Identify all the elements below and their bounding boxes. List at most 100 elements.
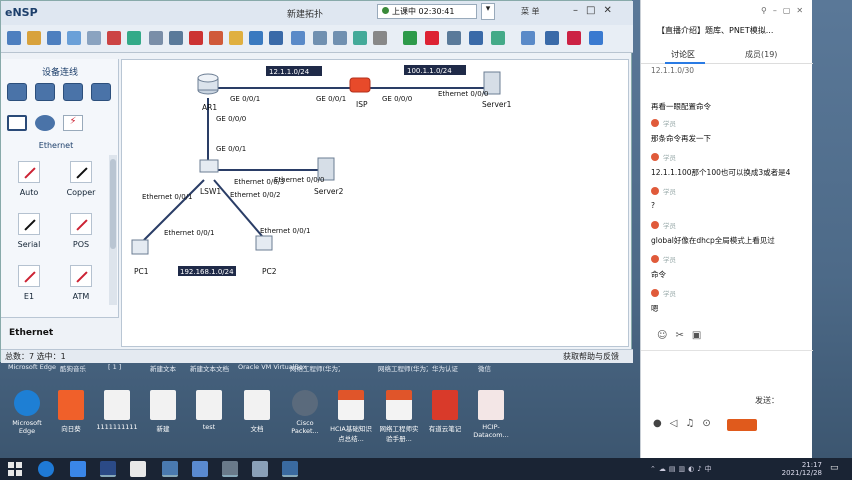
huawei-icon[interactable]: [567, 31, 581, 45]
link-lsw1-pc2[interactable]: [213, 179, 263, 237]
chat-window-controls[interactable]: ⚲–▢✕: [761, 6, 809, 15]
topology-icon[interactable]: [469, 31, 483, 45]
new-icon[interactable]: [7, 31, 21, 45]
menu-button[interactable]: 菜 单: [521, 6, 540, 17]
desktop-icon-label: Cisco Packet...: [291, 419, 319, 435]
firewall-category-icon[interactable]: [91, 83, 111, 101]
pc-pc2[interactable]: [255, 235, 273, 251]
scissors-icon[interactable]: ✂: [675, 330, 691, 341]
fit-icon[interactable]: [353, 31, 367, 45]
desktop-icon-file[interactable]: 文档: [236, 390, 278, 433]
ellipse-icon[interactable]: [269, 31, 283, 45]
device-panel-title: 设备连线: [41, 68, 78, 78]
desktop-icon-packet-tracer[interactable]: Cisco Packet...: [284, 390, 326, 435]
save-icon[interactable]: [47, 31, 61, 45]
cable-atm[interactable]: ATM: [57, 261, 105, 319]
app-icon[interactable]: [162, 461, 178, 477]
wlan-category-icon[interactable]: [63, 83, 83, 101]
capture-icon[interactable]: [447, 31, 461, 45]
zoom-in-icon[interactable]: [313, 31, 327, 45]
live-badge[interactable]: [727, 419, 757, 431]
device-panel-scrollbar[interactable]: [109, 155, 117, 305]
cable-serial[interactable]: Serial: [5, 209, 53, 267]
cable-pos[interactable]: POS: [57, 209, 105, 267]
chat-message: 再看一眼配置命令: [651, 96, 801, 112]
desktop-icon-file[interactable]: 1111111111: [96, 390, 138, 431]
image-icon[interactable]: ▣: [692, 330, 709, 341]
speaker-icon[interactable]: ◁: [670, 418, 686, 429]
wireshark-icon[interactable]: [252, 461, 268, 477]
cli-icon[interactable]: [491, 31, 505, 45]
desktop-icon-youdao[interactable]: 有道云笔记: [424, 390, 466, 433]
switch-category-icon[interactable]: [35, 83, 55, 101]
print-icon[interactable]: [87, 31, 101, 45]
notification-icon[interactable]: ▭: [830, 463, 839, 473]
desktop-icon-file[interactable]: 新建: [142, 390, 184, 433]
pointer-icon[interactable]: [149, 31, 163, 45]
palette-icon[interactable]: [291, 31, 305, 45]
desktop-icon-pdf[interactable]: 网络工程师实验手册...: [378, 390, 420, 443]
app-icon[interactable]: [222, 461, 238, 477]
send-button[interactable]: 发送：: [755, 395, 779, 406]
scrollbar-thumb[interactable]: [110, 159, 116, 249]
cable-copper[interactable]: Copper: [57, 157, 105, 215]
emoji-icon[interactable]: ☺: [657, 330, 675, 341]
cloud-category-icon[interactable]: [35, 115, 55, 131]
ie-icon[interactable]: [70, 461, 86, 477]
save-as-icon[interactable]: [67, 31, 81, 45]
cable-e1[interactable]: E1: [5, 261, 53, 319]
desktop-icon-file[interactable]: HCIP-Datacom...: [470, 390, 512, 439]
app-icon[interactable]: [282, 461, 298, 477]
cable-auto[interactable]: Auto: [5, 157, 53, 215]
settings-icon[interactable]: [521, 31, 535, 45]
grid-icon[interactable]: [373, 31, 387, 45]
router-ar1[interactable]: [197, 73, 219, 95]
music-icon[interactable]: ♫: [685, 418, 702, 429]
rectangle-icon[interactable]: [249, 31, 263, 45]
desktop-icon-edge[interactable]: Microsoft Edge: [6, 390, 48, 435]
undo-icon[interactable]: [107, 31, 121, 45]
open-icon[interactable]: [27, 31, 41, 45]
start-device-icon[interactable]: [403, 31, 417, 45]
switch-lsw1[interactable]: [199, 159, 219, 173]
network-note: 12.1.1.0/24: [269, 68, 310, 76]
windows-start-icon[interactable]: [8, 462, 22, 476]
desktop-icon-pdf[interactable]: HCIA基础知识点总结...: [330, 390, 372, 443]
ime-indicator[interactable]: 中: [705, 465, 715, 473]
app-icon[interactable]: [192, 461, 208, 477]
text-icon[interactable]: [229, 31, 243, 45]
edge-icon[interactable]: [38, 461, 54, 477]
hand-icon[interactable]: [169, 31, 183, 45]
pc-category-icon[interactable]: [7, 115, 27, 131]
document-icon[interactable]: [130, 461, 146, 477]
data-icon[interactable]: [545, 31, 559, 45]
timer-expand-button[interactable]: ▾: [481, 3, 495, 20]
desktop-icon-sunlogin[interactable]: 向日葵: [50, 390, 92, 433]
desktop-icon-label: 文档: [250, 425, 264, 433]
delete-icon[interactable]: [189, 31, 203, 45]
zoom-out-icon[interactable]: [333, 31, 347, 45]
ensp-taskbar-icon[interactable]: [100, 461, 116, 477]
tab-discussion[interactable]: 讨论区: [671, 49, 695, 60]
help-feedback-link[interactable]: 获取帮助与反馈: [563, 350, 619, 363]
clock[interactable]: 21:17 2021/12/28: [740, 461, 822, 477]
router-category-icon[interactable]: [7, 83, 27, 101]
desktop-icon-file[interactable]: test: [188, 390, 230, 431]
system-tray[interactable]: ⌃☁▤▥◐♪中: [650, 464, 715, 474]
window-controls[interactable]: –□✕: [573, 5, 620, 16]
stop-device-icon[interactable]: [425, 31, 439, 45]
pc-pc1[interactable]: [131, 239, 149, 255]
erase-icon[interactable]: [209, 31, 223, 45]
location-icon[interactable]: ⊙: [702, 418, 718, 429]
mic-icon[interactable]: ●: [653, 418, 670, 429]
device-panel: 设备连线 ⚡ Ethernet Auto Copper Serial POS E…: [1, 59, 119, 347]
sender-name: 学员: [663, 222, 676, 230]
chat-title[interactable]: 【直播介绍】题库、PNET模拟...: [657, 25, 773, 36]
help-icon[interactable]: [589, 31, 603, 45]
class-timer[interactable]: 上课中 02:30:41: [377, 4, 477, 19]
router-isp[interactable]: [349, 77, 371, 93]
redo-icon[interactable]: [127, 31, 141, 45]
topology-canvas[interactable]: 12.1.1.0/24 100.1.1.0/24 192.168.1.0/24 …: [121, 59, 629, 347]
cable-category-icon[interactable]: ⚡: [63, 115, 83, 131]
tab-members[interactable]: 成员(19): [745, 49, 777, 60]
